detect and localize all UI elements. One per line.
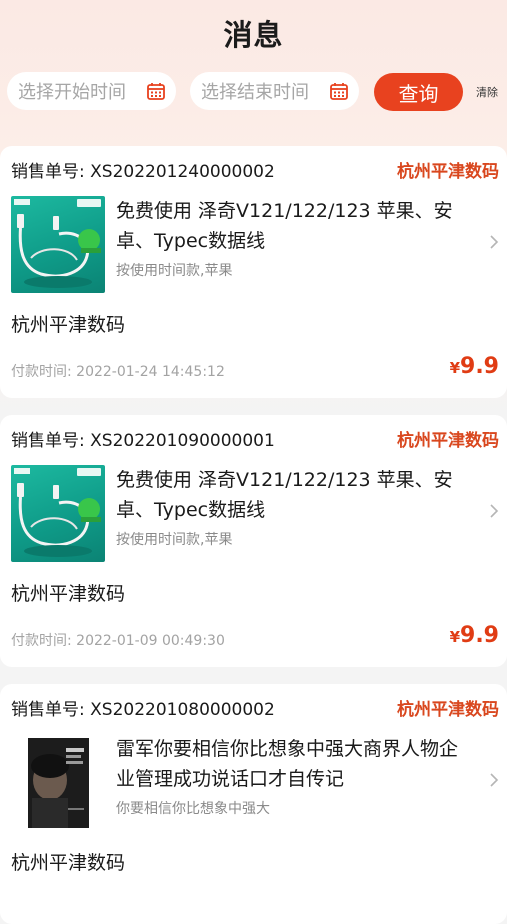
usb-cable-image (14, 468, 101, 557)
order-card[interactable]: 销售单号: XS202201090000001 杭州平津数码 免费使用 泽奇V1… (0, 415, 507, 667)
product-spec: 按使用时间款,苹果 (116, 263, 233, 279)
clear-button[interactable]: 清除 (476, 84, 498, 100)
order-number: 销售单号: XS202201090000001 (11, 431, 275, 451)
product-spec: 你要相信你比想象中强大 (116, 801, 270, 817)
shop-tag: 杭州平津数码 (397, 431, 499, 451)
currency-symbol: ¥ (449, 359, 461, 377)
product-name[interactable]: 免费使用 泽奇V121/122/123 苹果、安卓、Typec数据线 (116, 196, 486, 256)
shop-name: 杭州平津数码 (11, 583, 126, 605)
usb-cable-image (14, 199, 101, 288)
book-cover-image (28, 738, 89, 828)
chevron-right-icon[interactable] (489, 234, 499, 250)
shop-tag: 杭州平津数码 (397, 700, 499, 720)
product-name[interactable]: 免费使用 泽奇V121/122/123 苹果、安卓、Typec数据线 (116, 465, 486, 525)
shop-tag: 杭州平津数码 (397, 162, 499, 182)
end-date-input[interactable]: 选择结束时间 (190, 72, 359, 110)
currency-symbol: ¥ (449, 628, 461, 646)
price-value: 9.9 (460, 623, 499, 648)
calendar-icon (330, 83, 348, 100)
payment-time: 付款时间: 2022-01-09 00:49:30 (11, 633, 225, 649)
shop-name: 杭州平津数码 (11, 852, 126, 874)
order-number: 销售单号: XS202201240000002 (11, 162, 275, 182)
shop-name: 杭州平津数码 (11, 314, 126, 336)
price: ¥9.9 (450, 354, 499, 379)
start-date-placeholder: 选择开始时间 (18, 82, 126, 103)
product-spec: 按使用时间款,苹果 (116, 532, 233, 548)
product-thumbnail[interactable] (11, 465, 105, 562)
date-filter-bar: 选择开始时间 选择结束时间 查询 清除 (0, 72, 507, 112)
chevron-right-icon[interactable] (489, 772, 499, 788)
order-card[interactable]: 销售单号: XS202201080000002 杭州平津数码 雷军你要相信你比想… (0, 684, 507, 924)
chevron-right-icon[interactable] (489, 503, 499, 519)
start-date-input[interactable]: 选择开始时间 (7, 72, 176, 110)
price: ¥9.9 (450, 623, 499, 648)
price-value: 9.9 (460, 354, 499, 379)
order-card[interactable]: 销售单号: XS202201240000002 杭州平津数码 免费使用 泽奇V1… (0, 146, 507, 398)
product-name[interactable]: 雷军你要相信你比想象中强大商界人物企业管理成功说话口才自传记 (116, 734, 476, 794)
payment-time: 付款时间: 2022-01-24 14:45:12 (11, 364, 225, 380)
product-thumbnail[interactable] (11, 196, 105, 293)
page-title: 消息 (223, 18, 284, 52)
product-thumbnail[interactable] (28, 738, 89, 828)
query-button[interactable]: 查询 (374, 73, 463, 111)
order-number: 销售单号: XS202201080000002 (11, 700, 275, 720)
end-date-placeholder: 选择结束时间 (201, 82, 309, 103)
calendar-icon (147, 83, 165, 100)
